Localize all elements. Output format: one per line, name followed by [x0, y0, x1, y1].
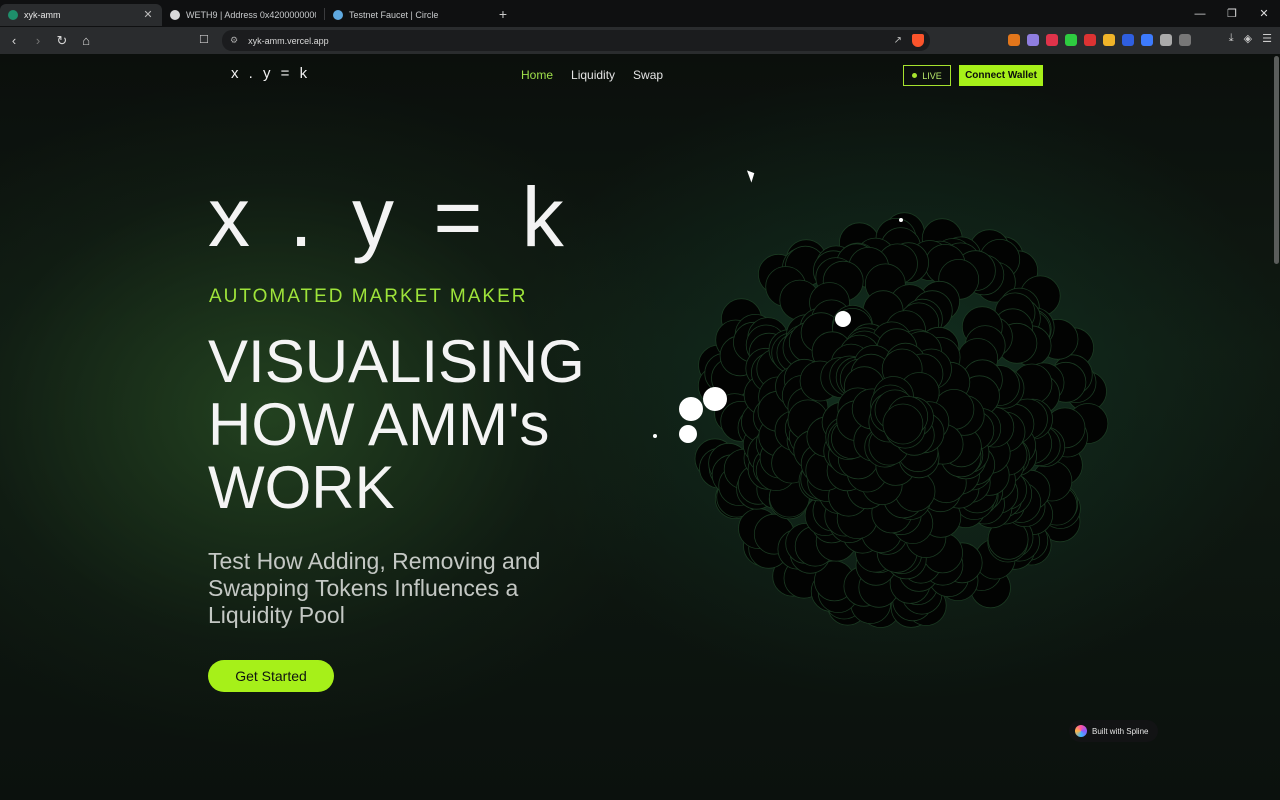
hero-subtitle: AUTOMATED MARKET MAKER: [209, 286, 528, 307]
spline-logo-icon: [1075, 725, 1087, 737]
new-tab-icon[interactable]: +: [495, 6, 511, 22]
browser-toolbar: ‹ › ↻ ⌂ ☐ ⚙ xyk-amm.vercel.app ↗ ⤓ ◈ ☰: [0, 27, 1280, 54]
extension-icon[interactable]: [1122, 34, 1134, 46]
tab-xyk-amm[interactable]: xyk-amm ✕: [0, 3, 162, 26]
minimize-icon[interactable]: —: [1184, 0, 1216, 27]
home-icon[interactable]: ⌂: [76, 31, 96, 51]
live-label: LIVE: [922, 70, 942, 81]
window-controls: — ❐ ✕: [1184, 0, 1280, 27]
tab-weth9[interactable]: WETH9 | Address 0x4200000000000000: [162, 4, 324, 26]
nav-link-home[interactable]: Home: [521, 68, 553, 82]
tab-testnet-faucet[interactable]: Testnet Faucet | Circle: [325, 4, 487, 26]
token-ball: [679, 425, 697, 443]
pool-ball: [882, 403, 924, 445]
token-ball: [679, 397, 703, 421]
extension-icon[interactable]: [1027, 34, 1039, 46]
menu-icon[interactable]: ☰: [1262, 32, 1272, 45]
extension-icon[interactable]: [1103, 34, 1115, 46]
close-icon[interactable]: ✕: [142, 8, 154, 21]
reload-icon[interactable]: ↻: [52, 31, 72, 51]
nav-links: Home Liquidity Swap: [521, 68, 663, 82]
site-info-icon[interactable]: ⚙: [230, 35, 238, 46]
url-text: xyk-amm.vercel.app: [248, 35, 329, 46]
hero-description: Test How Adding, Removing and Swapping T…: [208, 548, 541, 628]
close-window-icon[interactable]: ✕: [1248, 0, 1280, 27]
hero-title: x . y = k: [208, 170, 572, 264]
get-started-button[interactable]: Get Started: [208, 660, 334, 692]
extension-icon[interactable]: [1065, 34, 1077, 46]
built-with-spline-badge[interactable]: Built with Spline: [1069, 720, 1159, 742]
extension-icon[interactable]: [1160, 34, 1172, 46]
token-ball: [703, 387, 727, 411]
back-icon[interactable]: ‹: [4, 31, 24, 51]
browser-tab-bar: xyk-amm ✕ WETH9 | Address 0x420000000000…: [0, 0, 1280, 27]
nav-link-liquidity[interactable]: Liquidity: [571, 68, 615, 82]
tab-title: Testnet Faucet | Circle: [349, 9, 439, 20]
forward-icon[interactable]: ›: [28, 31, 48, 51]
spline-badge-label: Built with Spline: [1092, 726, 1149, 736]
mouse-cursor-icon: [746, 168, 758, 183]
share-icon[interactable]: ↗: [894, 35, 902, 46]
sphere-balls: [694, 212, 1109, 628]
brave-shield-icon[interactable]: [912, 34, 924, 47]
page-viewport: x . y = k Home Liquidity Swap LIVE Conne…: [0, 54, 1280, 800]
tab-title: xyk-amm: [24, 9, 61, 20]
address-bar[interactable]: ⚙ xyk-amm.vercel.app ↗: [222, 30, 930, 51]
token-ball: [835, 311, 851, 327]
site-logo[interactable]: x . y = k: [231, 65, 310, 82]
wallet-icon[interactable]: ◈: [1244, 32, 1252, 45]
tab-title: WETH9 | Address 0x4200000000000000: [186, 9, 316, 20]
live-dot-icon: [912, 73, 918, 78]
metamask-extension-icon[interactable]: [1008, 34, 1020, 46]
puzzle-extensions-icon[interactable]: [1179, 34, 1191, 46]
connect-wallet-button[interactable]: Connect Wallet: [959, 65, 1043, 86]
circle-favicon-icon: [333, 9, 343, 20]
download-icon[interactable]: ⤓: [1229, 32, 1234, 45]
bookmark-icon[interactable]: ☐: [199, 33, 209, 46]
extension-icon[interactable]: [1084, 34, 1096, 46]
site-nav: x . y = k Home Liquidity Swap LIVE Conne…: [0, 54, 1280, 98]
extension-icon[interactable]: [1046, 34, 1058, 46]
explorer-favicon-icon: [170, 9, 180, 20]
liquidity-pool-sphere[interactable]: [650, 204, 1110, 644]
extensions-bar: [1008, 34, 1191, 46]
extension-icon[interactable]: [1141, 34, 1153, 46]
nav-link-swap[interactable]: Swap: [633, 68, 663, 82]
live-badge: LIVE: [903, 65, 951, 86]
restore-icon[interactable]: ❐: [1216, 0, 1248, 27]
token-ball: [653, 434, 657, 438]
site-favicon-icon: [8, 9, 18, 20]
toolbar-right: ⤓ ◈ ☰: [1229, 32, 1272, 45]
token-ball: [899, 218, 903, 222]
hero-headline: VISUALISING HOW AMM's WORK: [208, 328, 585, 521]
